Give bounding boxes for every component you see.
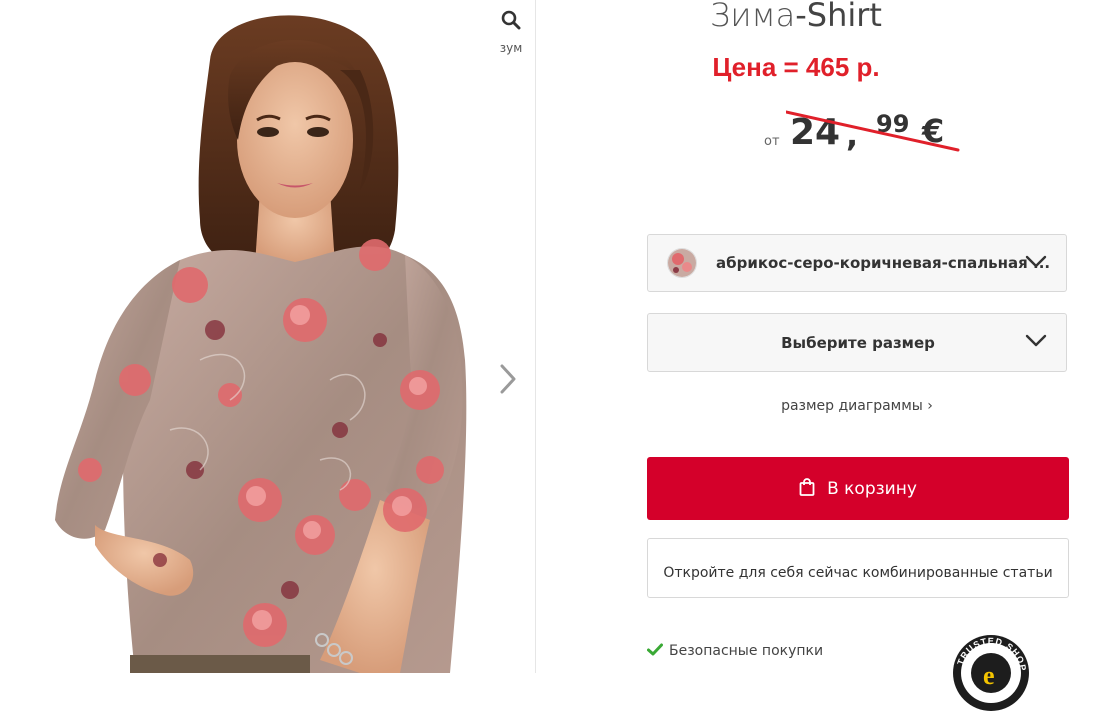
size-select[interactable]: Выберите размер [647,313,1067,372]
product-title-brand: Зима [710,0,796,34]
secure-purchase: Безопасные покупки [647,643,823,659]
zoom-label: зум [499,41,523,55]
size-chart-link[interactable]: размер диаграммы › [647,398,1067,414]
color-swatch [667,248,697,278]
price-strikethrough [786,110,960,152]
price-from-label: от [764,134,780,149]
next-image-button[interactable] [496,362,522,396]
secure-purchase-label: Безопасные покупки [669,643,824,659]
add-to-cart-button[interactable]: В корзину [647,457,1069,520]
trusted-shops-badge[interactable]: TRUSTED SHOPS e [946,624,1032,714]
color-select[interactable]: абрикос-серо-коричневая-спальная ... [647,234,1067,292]
trusted-shops-logo: TRUSTED SHOPS e [946,624,1029,711]
zoom-button[interactable]: зум [497,10,525,55]
add-to-cart-label: В корзину [827,479,917,499]
product-title: Зима-Shirt [536,0,1056,34]
checkmark-icon [647,643,663,656]
size-select-value: Выберите размер [781,334,935,352]
chevron-down-icon [1025,255,1047,268]
shopping-bag-icon [799,478,815,496]
chevron-down-icon [1025,334,1047,347]
color-select-value: абрикос-серо-коричневая-спальная ... [716,254,1051,272]
product-image-gallery: зум [0,0,536,673]
price-rub: Цена = 465 р. [712,52,880,82]
product-info-panel: Зима-Shirt Цена = 465 р. от 24 , 99 € аб… [536,0,1100,711]
combo-articles-label: Откройте для себя сейчас комбинированные… [663,565,1053,581]
old-price: от 24 , 99 € [764,108,1004,158]
product-image[interactable] [0,0,535,673]
combo-articles-button[interactable]: Откройте для себя сейчас комбинированные… [647,538,1069,598]
chevron-right-icon [500,364,516,394]
search-icon [501,10,521,30]
product-title-name: -Shirt [795,0,882,34]
svg-text:e: e [983,661,995,690]
